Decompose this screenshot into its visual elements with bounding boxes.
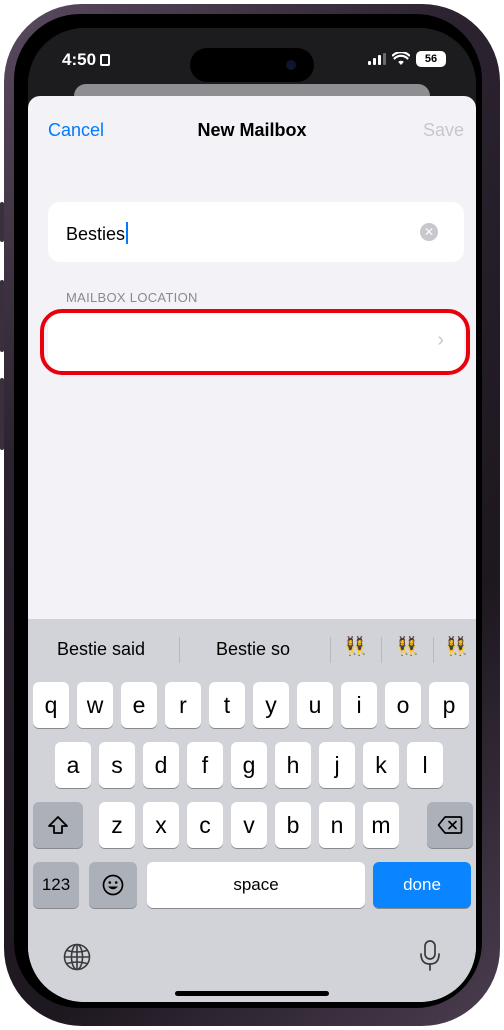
key-x[interactable]: x bbox=[143, 802, 179, 848]
highlight-annotation bbox=[40, 309, 470, 375]
status-time: 4:50 bbox=[62, 50, 111, 70]
suggestion-2[interactable]: Bestie so bbox=[216, 639, 290, 660]
key-v[interactable]: v bbox=[231, 802, 267, 848]
cancel-button[interactable]: Cancel bbox=[48, 120, 104, 141]
mailbox-location-header: MAILBOX LOCATION bbox=[66, 290, 198, 305]
volume-up-button bbox=[0, 280, 4, 352]
key-j[interactable]: j bbox=[319, 742, 355, 788]
key-h[interactable]: h bbox=[275, 742, 311, 788]
key-c[interactable]: c bbox=[187, 802, 223, 848]
mailbox-name-value: Besties bbox=[66, 224, 126, 244]
key-s[interactable]: s bbox=[99, 742, 135, 788]
key-n[interactable]: n bbox=[319, 802, 355, 848]
delete-key[interactable] bbox=[427, 802, 473, 848]
text-caret bbox=[126, 222, 129, 244]
microphone-icon[interactable] bbox=[418, 939, 442, 973]
key-w[interactable]: w bbox=[77, 682, 113, 728]
home-indicator[interactable] bbox=[175, 991, 329, 996]
key-t[interactable]: t bbox=[209, 682, 245, 728]
key-p[interactable]: p bbox=[429, 682, 469, 728]
camera-icon bbox=[286, 60, 296, 70]
key-i[interactable]: i bbox=[341, 682, 377, 728]
screen: 4:50 56 New Mailbox Cancel Save Besties … bbox=[28, 28, 476, 1002]
suggestion-bar: Bestie said Bestie so 👯‍♀️ 👯‍♀️ 👯‍♀️ bbox=[28, 627, 476, 671]
key-u[interactable]: u bbox=[297, 682, 333, 728]
space-key[interactable]: space bbox=[147, 862, 365, 908]
battery-icon: 56 bbox=[416, 51, 446, 67]
key-a[interactable]: a bbox=[55, 742, 91, 788]
key-r[interactable]: r bbox=[165, 682, 201, 728]
wifi-icon bbox=[392, 52, 410, 65]
key-b[interactable]: b bbox=[275, 802, 311, 848]
key-e[interactable]: e bbox=[121, 682, 157, 728]
key-f[interactable]: f bbox=[187, 742, 223, 788]
backspace-icon bbox=[437, 816, 463, 834]
status-time-text: 4:50 bbox=[62, 50, 97, 69]
key-l[interactable]: l bbox=[407, 742, 443, 788]
key-d[interactable]: d bbox=[143, 742, 179, 788]
status-icons: 56 bbox=[368, 50, 446, 68]
keyboard: Bestie said Bestie so 👯‍♀️ 👯‍♀️ 👯‍♀️ q w… bbox=[28, 619, 476, 1002]
shift-icon bbox=[48, 816, 68, 834]
cellular-signal-icon bbox=[368, 53, 386, 65]
key-o[interactable]: o bbox=[385, 682, 421, 728]
shift-key[interactable] bbox=[33, 802, 83, 848]
emoji-icon bbox=[102, 874, 124, 896]
emoji-suggestion-2[interactable]: 👯‍♀️ bbox=[396, 636, 418, 657]
key-m[interactable]: m bbox=[363, 802, 399, 848]
volume-down-button bbox=[0, 378, 4, 450]
save-button[interactable]: Save bbox=[423, 120, 464, 141]
clear-text-icon[interactable]: ✕ bbox=[420, 223, 438, 241]
key-y[interactable]: y bbox=[253, 682, 289, 728]
key-k[interactable]: k bbox=[363, 742, 399, 788]
key-q[interactable]: q bbox=[33, 682, 69, 728]
lock-icon bbox=[100, 54, 111, 66]
dynamic-island bbox=[190, 48, 314, 82]
globe-icon[interactable] bbox=[62, 942, 92, 972]
mailbox-name-field[interactable]: Besties ✕ bbox=[48, 202, 464, 262]
suggestion-1[interactable]: Bestie said bbox=[57, 639, 145, 660]
action-button bbox=[0, 202, 4, 242]
done-key[interactable]: done bbox=[373, 862, 471, 908]
key-g[interactable]: g bbox=[231, 742, 267, 788]
numbers-key[interactable]: 123 bbox=[33, 862, 79, 908]
emoji-suggestion-1[interactable]: 👯‍♀️ bbox=[344, 636, 366, 657]
key-z[interactable]: z bbox=[99, 802, 135, 848]
battery-level: 56 bbox=[424, 53, 438, 65]
emoji-key[interactable] bbox=[89, 862, 137, 908]
emoji-suggestion-3[interactable]: 👯‍♀️ bbox=[445, 636, 467, 657]
mailbox-name-input[interactable]: Besties bbox=[66, 222, 129, 245]
